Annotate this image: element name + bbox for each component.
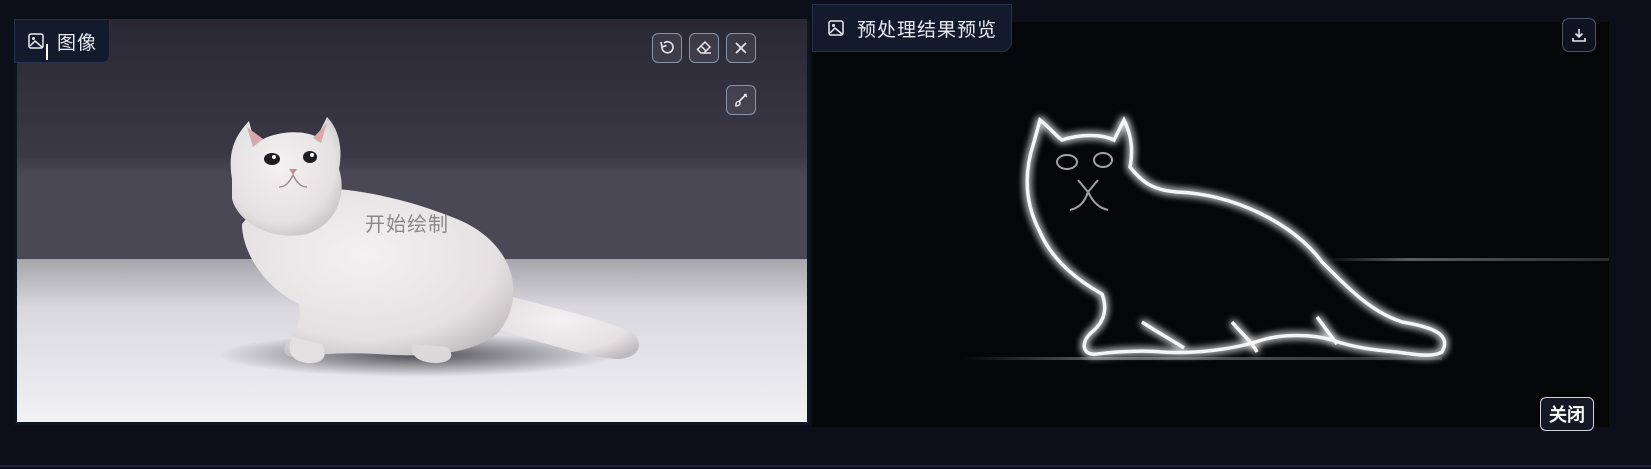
close-icon — [735, 42, 747, 54]
image-icon — [28, 33, 44, 49]
eraser-button[interactable] — [689, 33, 719, 63]
image-panel-label: 图像 — [14, 19, 111, 63]
edge-map-image — [812, 22, 1609, 427]
text-cursor — [46, 44, 48, 60]
bottom-divider — [0, 465, 1651, 467]
image-panel-title: 图像 — [57, 31, 98, 54]
undo-icon — [660, 40, 674, 54]
preview-canvas — [812, 22, 1609, 427]
eraser-icon — [696, 40, 712, 54]
clear-button[interactable] — [726, 33, 756, 63]
download-icon — [1572, 29, 1586, 42]
preprocess-preview-panel — [812, 22, 1609, 427]
download-button[interactable] — [1562, 18, 1596, 52]
app-root: 图像 开始绘制 预处理结果预览 关闭 — [0, 0, 1651, 469]
preview-panel-label: 预处理结果预览 — [812, 4, 1013, 52]
brush-icon — [735, 93, 748, 107]
start-drawing-hint: 开始绘制 — [365, 212, 449, 236]
close-preview-button[interactable]: 关闭 — [1540, 397, 1594, 431]
preview-panel-title: 预处理结果预览 — [857, 18, 998, 41]
undo-button[interactable] — [652, 33, 682, 63]
image-icon — [828, 20, 844, 36]
brush-button[interactable] — [726, 85, 756, 115]
